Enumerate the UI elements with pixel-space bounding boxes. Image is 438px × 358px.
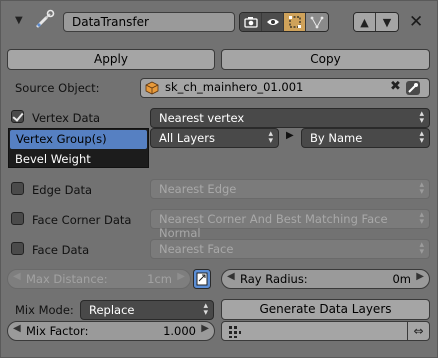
popup-item-bevel-weight[interactable]: Bevel Weight <box>9 150 148 169</box>
vertex-mapping-dropdown[interactable]: Nearest vertex ▴ ▾ <box>150 108 430 128</box>
visibility-toggles <box>239 12 329 32</box>
match-value: By Name <box>310 131 363 145</box>
dropdown-arrows-icon: ▴ ▾ <box>419 129 424 146</box>
source-object-field[interactable]: sk_ch_mainhero_01.001 <box>140 78 430 98</box>
decrement-arrow-icon[interactable]: ◀ <box>227 271 235 282</box>
decrement-arrow-icon[interactable]: ◀ <box>13 323 21 334</box>
cage-toggle-icon[interactable] <box>306 13 328 31</box>
edge-mapping-dropdown[interactable]: Nearest Edge ▴ ▾ <box>150 179 430 199</box>
ray-radius-field[interactable]: ◀ Ray Radius: 0m ▶ <box>221 269 430 289</box>
face-data-checkbox[interactable] <box>11 242 24 255</box>
mix-mode-dropdown[interactable]: Replace ▴ ▾ <box>80 300 214 320</box>
ray-radius-value: 0m <box>392 272 411 286</box>
render-toggle-icon[interactable] <box>240 13 262 31</box>
eye-icon[interactable] <box>262 13 284 31</box>
face-mapping-value: Nearest Face <box>159 242 234 256</box>
object-cube-icon <box>145 81 159 95</box>
vertex-data-label: Vertex Data <box>32 111 101 125</box>
close-icon[interactable]: ✕ <box>409 12 423 32</box>
eyedropper-icon[interactable] <box>405 80 421 99</box>
layers-dropdown[interactable]: All Layers ▴ ▾ <box>150 128 279 148</box>
dropdown-arrows-icon: ▴ ▾ <box>419 240 424 257</box>
ray-radius-label: Ray Radius: <box>240 272 308 286</box>
face-corner-mapping-value: Nearest Corner And Best Matching Face No… <box>159 212 388 240</box>
wrench-icon <box>35 9 55 29</box>
face-mapping-dropdown[interactable]: Nearest Face ▴ ▾ <box>150 239 430 259</box>
clear-field-icon[interactable]: ✖ <box>390 79 401 94</box>
dropdown-arrows-icon: ▴ ▾ <box>203 301 208 318</box>
source-object-value: sk_ch_mainhero_01.001 <box>165 80 304 94</box>
max-distance-value: 1cm <box>147 272 172 286</box>
mix-mode-label: Mix Mode: <box>15 303 74 317</box>
apply-button[interactable]: Apply <box>7 49 215 70</box>
edge-data-checkbox[interactable] <box>11 182 24 195</box>
dropdown-arrows-icon: ▴ ▾ <box>268 129 273 146</box>
face-corner-mapping-dropdown[interactable]: Nearest Corner And Best Matching Face No… <box>150 209 430 240</box>
dropdown-arrows-icon: ▴ ▾ <box>419 210 424 227</box>
dropdown-arrows-icon: ▴ ▾ <box>419 109 424 126</box>
decrement-arrow-icon[interactable]: ◀ <box>13 271 21 282</box>
mix-factor-label: Mix Factor: <box>26 324 89 338</box>
collapse-triangle-icon[interactable]: ▼ <box>15 15 23 26</box>
vertex-data-checkbox[interactable] <box>11 110 24 123</box>
increment-arrow-icon[interactable]: ▶ <box>177 271 185 282</box>
move-up-icon[interactable]: ▲ <box>354 13 376 31</box>
modifier-name-field[interactable]: DataTransfer <box>63 12 235 32</box>
max-distance-field[interactable]: ◀ Max Distance: 1cm ▶ <box>7 269 191 289</box>
mix-mode-value: Replace <box>89 303 135 317</box>
copy-button[interactable]: Copy <box>221 49 430 70</box>
vertex-mapping-value: Nearest vertex <box>159 111 245 125</box>
mix-factor-value: 1.000 <box>163 324 196 338</box>
increment-arrow-icon[interactable]: ▶ <box>201 323 209 334</box>
vertex-group-field[interactable] <box>221 321 408 341</box>
match-dropdown[interactable]: By Name ▴ ▾ <box>301 128 430 148</box>
mix-factor-field[interactable]: ◀ Mix Factor: 1.000 ▶ <box>7 321 215 341</box>
dropdown-arrows-icon: ▴ ▾ <box>419 180 424 197</box>
invert-vertex-group-icon[interactable]: ⇔ <box>408 321 430 341</box>
move-buttons: ▲ ▼ <box>353 12 399 32</box>
modifier-panel: ▼ DataTransfer ▲ ▼ ✕ Apply Copy Source O… <box>0 0 438 358</box>
edge-data-label: Edge Data <box>32 183 93 197</box>
face-corner-data-checkbox[interactable] <box>11 212 24 225</box>
face-data-label: Face Data <box>32 243 90 257</box>
source-object-label: Source Object: <box>15 81 100 95</box>
popup-item-vertex-groups[interactable]: Vertex Group(s) <box>10 130 147 149</box>
max-distance-label: Max Distance: <box>26 272 108 286</box>
edge-mapping-value: Nearest Edge <box>159 182 237 196</box>
vertex-types-popup: Vertex Group(s) Bevel Weight <box>8 128 149 168</box>
use-max-distance-toggle-icon[interactable] <box>193 269 211 292</box>
move-down-icon[interactable]: ▼ <box>376 13 398 31</box>
arrow-right-icon: ▶ <box>286 130 294 141</box>
edit-mode-toggle-icon[interactable] <box>284 13 306 31</box>
face-corner-data-label: Face Corner Data <box>32 213 132 227</box>
vertex-group-icon <box>229 326 241 338</box>
generate-data-layers-button[interactable]: Generate Data Layers <box>221 299 430 320</box>
layers-value: All Layers <box>159 131 215 145</box>
increment-arrow-icon[interactable]: ▶ <box>416 271 424 282</box>
